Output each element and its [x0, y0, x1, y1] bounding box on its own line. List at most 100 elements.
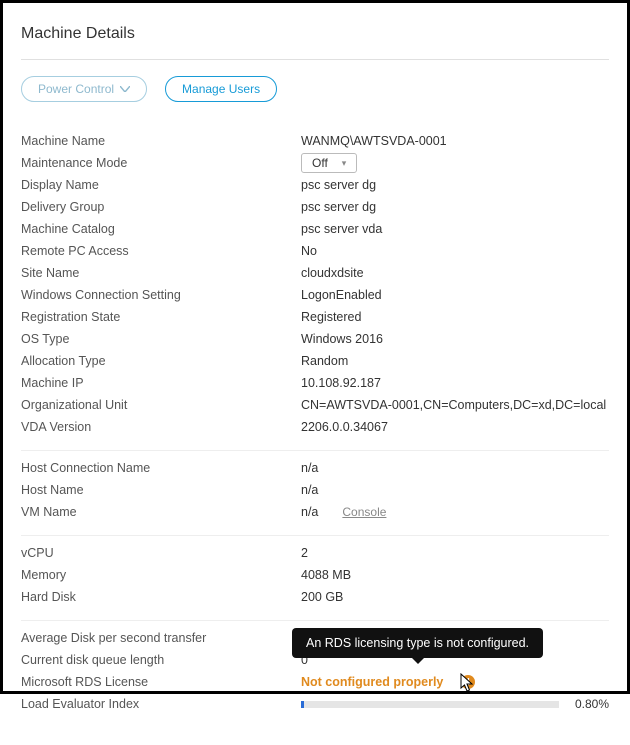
value-text: 4088 MB	[301, 568, 351, 582]
detail-row: Memory4088 MB	[21, 564, 609, 586]
value-text: n/a	[301, 483, 318, 497]
detail-section: Host Connection Namen/aHost Namen/aVM Na…	[21, 451, 609, 536]
detail-row: Microsoft RDS LicenseNot configured prop…	[21, 671, 609, 693]
detail-label: VM Name	[21, 505, 301, 519]
detail-row: Hard Disk200 GB	[21, 586, 609, 608]
bar-percent: 0.80%	[569, 697, 609, 711]
detail-label: Host Name	[21, 483, 301, 497]
warning-icon[interactable]: !	[461, 675, 475, 689]
detail-label: Delivery Group	[21, 200, 301, 214]
value-text: n/a	[301, 505, 318, 519]
detail-value: n/a	[301, 461, 609, 475]
detail-value: Windows 2016	[301, 332, 609, 346]
detail-section: Machine NameWANMQ\AWTSVDA-0001Maintenanc…	[21, 124, 609, 451]
detail-label: Display Name	[21, 178, 301, 192]
detail-row: Host Connection Namen/a	[21, 457, 609, 479]
bar-fill	[301, 701, 304, 708]
manage-users-label: Manage Users	[182, 82, 260, 96]
detail-row: Remote PC AccessNo	[21, 240, 609, 262]
detail-row: Display Namepsc server dg	[21, 174, 609, 196]
chevron-down-icon: ▾	[342, 158, 347, 169]
detail-row: Organizational UnitCN=AWTSVDA-0001,CN=Co…	[21, 394, 609, 416]
select-value: Off	[312, 156, 328, 170]
detail-label: Site Name	[21, 266, 301, 280]
value-text: 10.108.92.187	[301, 376, 381, 390]
detail-value: 200 GB	[301, 590, 609, 604]
detail-value: cloudxdsite	[301, 266, 609, 280]
detail-row: Delivery Grouppsc server dg	[21, 196, 609, 218]
page-title: Machine Details	[21, 25, 609, 60]
detail-value: 2206.0.0.34067	[301, 420, 609, 434]
detail-value: Off ▾	[301, 153, 609, 173]
detail-label: Organizational Unit	[21, 398, 301, 412]
detail-row: Load Evaluator Index 0.80%	[21, 693, 609, 715]
detail-value: Not configured properly!	[301, 675, 609, 689]
manage-users-button[interactable]: Manage Users	[165, 76, 277, 102]
value-text: psc server dg	[301, 200, 376, 214]
value-text: LogonEnabled	[301, 288, 382, 302]
value-text: 2206.0.0.34067	[301, 420, 388, 434]
detail-row: Maintenance Mode Off ▾	[21, 152, 609, 174]
detail-label: vCPU	[21, 546, 301, 560]
detail-label: Machine Catalog	[21, 222, 301, 236]
detail-value: Random	[301, 354, 609, 368]
detail-label: Maintenance Mode	[21, 156, 301, 170]
value-text: psc server dg	[301, 178, 376, 192]
detail-label: Memory	[21, 568, 301, 582]
detail-label: Average Disk per second transfer	[21, 631, 301, 645]
detail-row: Machine NameWANMQ\AWTSVDA-0001	[21, 130, 609, 152]
detail-value: CN=AWTSVDA-0001,CN=Computers,DC=xd,DC=lo…	[301, 398, 609, 412]
detail-row: VDA Version2206.0.0.34067	[21, 416, 609, 438]
load-evaluator-bar: 0.80%	[301, 697, 609, 711]
value-text: cloudxdsite	[301, 266, 364, 280]
detail-label: VDA Version	[21, 420, 301, 434]
detail-row: vCPU2	[21, 542, 609, 564]
detail-value: 4088 MB	[301, 568, 609, 582]
detail-value: 0.80%	[301, 697, 609, 711]
maintenance-mode-select[interactable]: Off ▾	[301, 153, 357, 173]
bar-track	[301, 701, 559, 708]
console-link[interactable]: Console	[342, 505, 386, 519]
detail-row: Windows Connection SettingLogonEnabled	[21, 284, 609, 306]
value-text: Random	[301, 354, 348, 368]
detail-value: No	[301, 244, 609, 258]
detail-row: Machine IP10.108.92.187	[21, 372, 609, 394]
detail-label: Registration State	[21, 310, 301, 324]
detail-label: Windows Connection Setting	[21, 288, 301, 302]
detail-label: Host Connection Name	[21, 461, 301, 475]
detail-label: OS Type	[21, 332, 301, 346]
detail-label: Machine IP	[21, 376, 301, 390]
detail-label: Load Evaluator Index	[21, 697, 301, 711]
detail-label: Hard Disk	[21, 590, 301, 604]
chevron-down-icon	[120, 86, 130, 92]
detail-value: 2	[301, 546, 609, 560]
detail-value: LogonEnabled	[301, 288, 609, 302]
detail-value: WANMQ\AWTSVDA-0001	[301, 134, 609, 148]
detail-label: Remote PC Access	[21, 244, 301, 258]
detail-row: VM Namen/a Console	[21, 501, 609, 523]
detail-section: vCPU2Memory4088 MBHard Disk200 GB	[21, 536, 609, 621]
value-text: Registered	[301, 310, 361, 324]
rds-status-text: Not configured properly	[301, 675, 443, 689]
detail-row: OS TypeWindows 2016	[21, 328, 609, 350]
detail-label: Allocation Type	[21, 354, 301, 368]
value-text: 200 GB	[301, 590, 343, 604]
detail-value: psc server dg	[301, 178, 609, 192]
rds-tooltip: An RDS licensing type is not configured.	[292, 628, 543, 658]
detail-value: 10.108.92.187	[301, 376, 609, 390]
value-text: No	[301, 244, 317, 258]
value-text: WANMQ\AWTSVDA-0001	[301, 134, 447, 148]
detail-value: psc server vda	[301, 222, 609, 236]
value-text: 2	[301, 546, 308, 560]
value-text: psc server vda	[301, 222, 382, 236]
action-bar: Power Control Manage Users	[21, 60, 609, 124]
detail-value: n/a	[301, 483, 609, 497]
detail-label: Microsoft RDS License	[21, 675, 301, 689]
value-text: n/a	[301, 461, 318, 475]
detail-label: Machine Name	[21, 134, 301, 148]
power-control-button[interactable]: Power Control	[21, 76, 147, 102]
detail-value: psc server dg	[301, 200, 609, 214]
detail-row: Host Namen/a	[21, 479, 609, 501]
value-text: Windows 2016	[301, 332, 383, 346]
detail-row: Machine Catalogpsc server vda	[21, 218, 609, 240]
